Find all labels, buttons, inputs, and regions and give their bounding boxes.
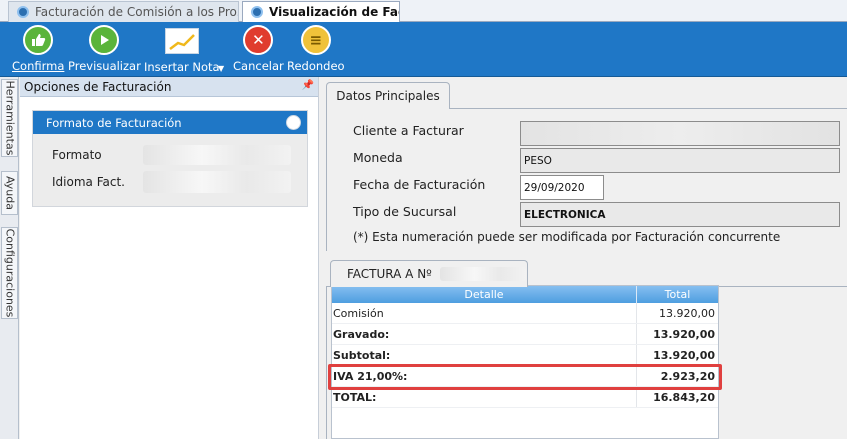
row-total: 13.920,00 [653, 349, 715, 362]
toolbar: Confirma Previsualizar Insertar Nota ▼ ✕… [0, 22, 847, 77]
thumbs-up-icon [23, 25, 54, 55]
table-row[interactable]: TOTAL: 16.843,20 [332, 387, 718, 408]
cliente-label: Cliente a Facturar [353, 123, 464, 138]
fecha-value: 29/09/2020 [524, 181, 585, 194]
side-tab-label: Ayuda [3, 176, 16, 210]
cancelar-label: Cancelar [233, 59, 284, 73]
moneda-label: Moneda [353, 150, 403, 165]
sucursal-label: Tipo de Sucursal [353, 204, 457, 219]
opciones-panel-header: Opciones de Facturación 📌 [20, 77, 318, 97]
row-detalle: Gravado: [332, 324, 637, 344]
iva-row-highlight [328, 364, 722, 390]
chevron-down-icon[interactable]: ▼ [218, 64, 224, 73]
sucursal-value: ELECTRONICA [524, 208, 606, 221]
idioma-field[interactable] [143, 171, 291, 193]
fecha-label: Fecha de Facturación [353, 177, 486, 192]
app-window: Facturación de Comisión a los Pro... Vis… [0, 0, 847, 439]
cancelar-button[interactable]: ✕ Cancelar [233, 25, 284, 73]
moneda-value: PESO [524, 154, 552, 167]
datos-principales-label: Datos Principales [336, 89, 440, 103]
row-total: 16.843,20 [653, 391, 715, 404]
sucursal-field[interactable]: ELECTRONICA [520, 202, 840, 227]
grid-header: Detalle Total [332, 286, 718, 303]
app-tab-icon [17, 6, 29, 18]
opciones-panel: Opciones de Facturación 📌 Formato de Fac… [20, 77, 319, 439]
tab-visualizacion-factura[interactable]: Visualización de Factura [242, 1, 400, 23]
factura-grid: Detalle Total Comisión 13.920,00 Gravado… [331, 285, 719, 439]
side-tab-configuraciones[interactable]: Configuraciones [1, 227, 18, 319]
cliente-field[interactable] [520, 121, 840, 146]
numeracion-note: (*) Esta numeración puede ser modificada… [353, 230, 781, 244]
confirma-button[interactable]: Confirma [12, 25, 64, 73]
tab-factura[interactable]: FACTURA A Nº [330, 260, 528, 287]
side-tab-herramientas[interactable]: Herramientas [1, 79, 18, 157]
table-row[interactable]: Gravado: 13.920,00 [332, 324, 718, 345]
datos-principales-panel: Cliente a Facturar Moneda PESO Fecha de … [326, 108, 847, 251]
formato-box: Formato de Facturación Formato Idioma Fa… [32, 110, 308, 207]
collapse-icon[interactable] [286, 115, 301, 130]
row-total: 13.920,00 [659, 307, 715, 320]
coins-icon: ≡ [300, 25, 331, 55]
fecha-field[interactable]: 29/09/2020 [520, 175, 604, 200]
play-icon [89, 25, 120, 55]
column-header-total[interactable]: Total [637, 286, 718, 303]
factura-number-redacted [439, 267, 526, 281]
row-detalle: Comisión [332, 303, 637, 323]
tab-label: Visualización de Factura [269, 5, 399, 19]
insertar-nota-button[interactable]: Insertar Nota [144, 25, 220, 74]
tab-label: Facturación de Comisión a los Pro... [35, 5, 239, 19]
side-tab-strip: Herramientas Ayuda Configuraciones [0, 77, 19, 439]
table-row[interactable]: Subtotal: 13.920,00 [332, 345, 718, 366]
moneda-field[interactable]: PESO [520, 148, 840, 173]
confirma-label: Confirma [12, 59, 65, 73]
redondeo-button[interactable]: ≡ Redondeo [287, 25, 345, 73]
formato-label: Formato [52, 148, 102, 162]
chart-note-icon [164, 28, 199, 54]
row-detalle: TOTAL: [332, 387, 637, 407]
table-row[interactable]: Comisión 13.920,00 [332, 303, 718, 324]
insertar-nota-label: Insertar Nota [144, 60, 220, 74]
side-tab-label: Configuraciones [3, 228, 16, 318]
formato-box-title: Formato de Facturación [46, 115, 182, 130]
formato-box-header: Formato de Facturación [33, 111, 307, 134]
formato-field[interactable] [143, 145, 291, 165]
side-tab-label: Herramientas [3, 80, 16, 156]
redondeo-label: Redondeo [287, 59, 345, 73]
close-icon: ✕ [243, 25, 274, 55]
document-tabs: Facturación de Comisión a los Pro... Vis… [0, 0, 847, 23]
row-detalle: Subtotal: [332, 345, 637, 365]
opciones-panel-title: Opciones de Facturación [24, 79, 172, 94]
previsualizar-button[interactable]: Previsualizar [68, 25, 141, 73]
app-tab-icon [251, 6, 263, 18]
side-tab-ayuda[interactable]: Ayuda [1, 171, 18, 215]
row-total: 13.920,00 [653, 328, 715, 341]
pin-icon[interactable]: 📌 [302, 80, 314, 91]
factura-tab-label: FACTURA A Nº [347, 267, 432, 281]
idioma-label: Idioma Fact. [52, 175, 125, 189]
column-header-detalle[interactable]: Detalle [332, 286, 637, 303]
tab-datos-principales[interactable]: Datos Principales [326, 82, 450, 109]
previsualizar-label: Previsualizar [68, 59, 141, 73]
tab-facturacion-comision[interactable]: Facturación de Comisión a los Pro... [8, 1, 239, 22]
